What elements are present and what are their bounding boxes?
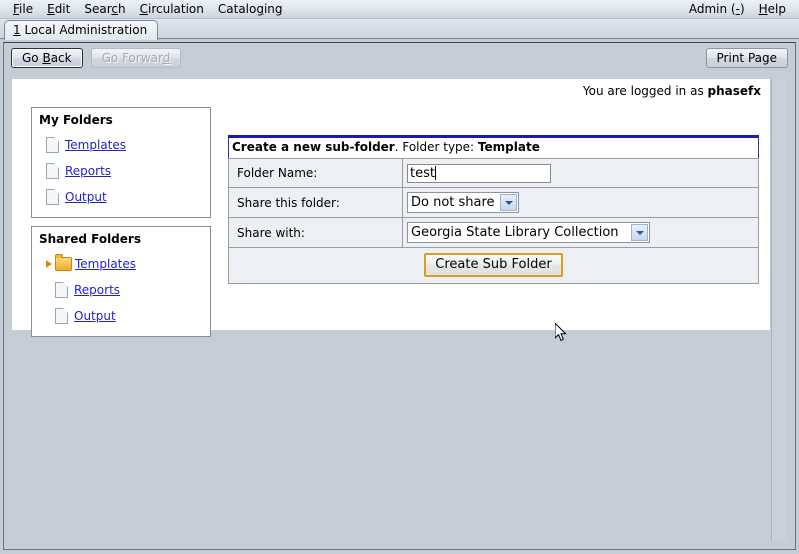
document-icon [46,163,59,179]
form-row-share-with: Share with: Georgia State Library Collec… [229,218,759,248]
share-folder-select[interactable]: Do not share [407,192,519,213]
page-body: My Folders Templates Reports [12,99,770,345]
content-area: You are logged in as phasefx My Folders … [12,79,787,541]
share-with-select[interactable]: Georgia State Library Collection [407,222,650,243]
form-heading-foldertype: Template [478,140,540,154]
my-folders-item-templates[interactable]: Templates [38,132,204,158]
menu-bar: File Edit Search Circulation Cataloging … [0,0,799,19]
shared-folders-item-reports[interactable]: Reports [38,277,204,303]
form-heading: Create a new sub-folder. Folder type: Te… [229,137,759,159]
form-row-submit: Create Sub Folder [229,248,759,284]
my-folders-box: My Folders Templates Reports [31,107,211,218]
menu-item-edit[interactable]: Edit [40,1,77,17]
document-icon [46,189,59,205]
form-row-folder-name: Folder Name: test [229,159,759,188]
folder-icon [55,257,72,271]
form-heading-sep: . Folder type: [395,140,478,154]
content-scrollport: You are logged in as phasefx My Folders … [12,79,770,541]
document-icon [55,282,68,298]
folder-name-cell: test [403,159,759,188]
menu-item-search[interactable]: Search [77,1,132,17]
go-forward-button: Go Forward [91,48,182,68]
folder-name-label: Folder Name: [229,159,403,188]
document-icon [55,308,68,324]
text-caret [435,166,436,180]
my-folders-title: My Folders [38,113,204,132]
expand-triangle-icon[interactable] [46,260,52,268]
login-username: phasefx [708,84,761,98]
login-status: You are logged in as phasefx [12,79,770,99]
document-icon [46,137,59,153]
print-page-button[interactable]: Print Page [706,48,788,68]
browser-window: Go Back Go Forward Print Page You are lo… [3,42,796,550]
menu-item-help[interactable]: Help [752,1,793,17]
create-subfolder-panel: Create a new sub-folder. Folder type: Te… [228,107,759,284]
form-row-share-this-folder: Share this folder: Do not share [229,188,759,218]
form-heading-row: Create a new sub-folder. Folder type: Te… [229,137,759,159]
shared-folders-title: Shared Folders [38,232,204,251]
shared-folders-item-templates[interactable]: Templates [38,251,204,277]
share-with-select-value: Georgia State Library Collection [411,223,631,242]
shared-folders-box: Shared Folders Templates Reports [31,226,211,337]
my-folders-link-output[interactable]: Output [65,190,107,205]
share-folder-label: Share this folder: [229,188,403,218]
folder-name-input-value: test [410,166,435,181]
folders-sidebar: My Folders Templates Reports [31,107,211,345]
share-folder-cell: Do not share [403,188,759,218]
share-folder-select-value: Do not share [411,193,500,212]
shared-folders-item-output[interactable]: Output [38,303,204,329]
shared-folders-link-templates[interactable]: Templates [75,257,136,272]
share-with-label: Share with: [229,218,403,248]
vertical-scrollbar[interactable] [771,79,787,541]
menu-item-circulation[interactable]: Circulation [133,1,211,17]
chevron-down-icon[interactable] [631,224,648,241]
login-status-prefix: You are logged in as [583,84,708,98]
menu-bar-right: Admin (-) Help [682,1,793,17]
shared-folders-link-reports[interactable]: Reports [74,283,120,298]
menu-item-admin[interactable]: Admin (-) [682,1,752,17]
go-back-button[interactable]: Go Back [11,48,83,68]
my-folders-item-reports[interactable]: Reports [38,158,204,184]
create-sub-folder-button[interactable]: Create Sub Folder [424,253,562,277]
submit-cell: Create Sub Folder [229,248,759,284]
share-with-cell: Georgia State Library Collection [403,218,759,248]
form-heading-title: Create a new sub-folder [232,140,395,154]
my-folders-link-templates[interactable]: Templates [65,138,126,153]
chevron-down-icon[interactable] [500,194,517,211]
create-subfolder-form: Create a new sub-folder. Folder type: Te… [228,135,759,284]
admin-page: You are logged in as phasefx My Folders … [12,79,770,330]
tab-local-administration[interactable]: 1 Local Administration [4,20,158,40]
menu-item-cataloging[interactable]: Cataloging [211,1,290,17]
folder-name-input[interactable]: test [407,164,551,183]
my-folders-link-reports[interactable]: Reports [65,164,111,179]
tab-strip: 1 Local Administration [0,19,799,39]
shared-folders-link-output[interactable]: Output [74,309,116,324]
navigation-toolbar: Go Back Go Forward Print Page [4,43,795,73]
menu-item-file[interactable]: File [6,1,40,17]
my-folders-item-output[interactable]: Output [38,184,204,210]
